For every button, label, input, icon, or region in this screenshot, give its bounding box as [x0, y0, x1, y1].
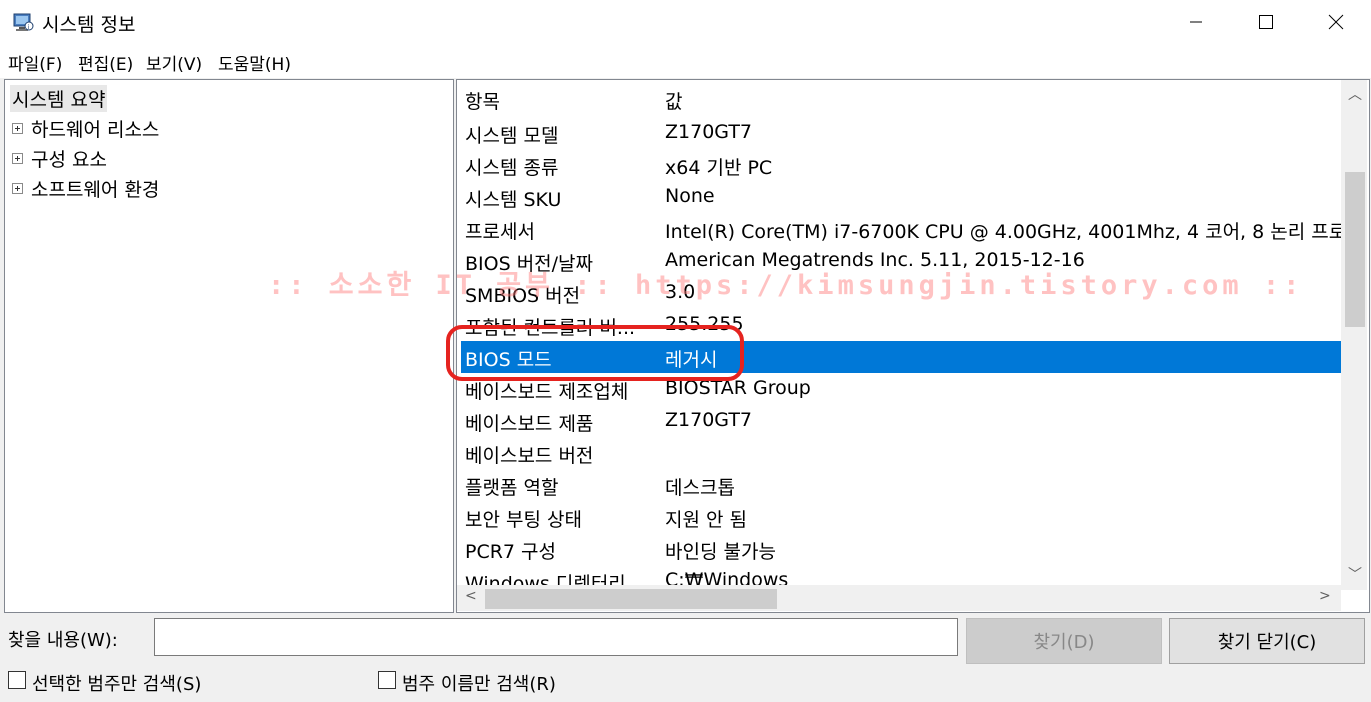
column-header-item[interactable]: 항목	[465, 87, 651, 114]
row-item-label: 시스템 SKU	[465, 189, 562, 211]
list-header: 항목 값	[461, 83, 1341, 115]
row-item-value: Z170GT7	[665, 121, 753, 143]
menu-bar: 파일(F) 편집(E) 보기(V) 도움말(H)	[0, 44, 1371, 78]
horizontal-scroll-thumb[interactable]	[485, 589, 777, 609]
menu-view[interactable]: 보기(V)	[146, 50, 202, 75]
row-item-label: 시스템 모델	[465, 125, 559, 147]
list-row[interactable]: 프로세서 Intel(R) Core(TM) i7-6700K CPU @ 4.0…	[461, 213, 1341, 245]
vertical-scrollbar[interactable]: ︿ ﹀	[1341, 80, 1367, 590]
row-item-label: 베이스보드 버전	[465, 445, 594, 467]
list-row[interactable]: 플랫폼 역할 데스크톱	[461, 469, 1341, 501]
list-row[interactable]: 시스템 모델 Z170GT7	[461, 117, 1341, 149]
row-item-value: Z170GT7	[665, 409, 753, 431]
row-item-value: Intel(R) Core(TM) i7-6700K CPU @ 4.00GHz…	[665, 221, 1341, 243]
annotation-highlight	[446, 325, 744, 381]
search-selected-only-label[interactable]: 선택한 범주만 검색(S)	[32, 670, 201, 696]
row-item-value: 바인딩 불가능	[665, 541, 776, 563]
find-input[interactable]	[154, 618, 958, 656]
scroll-right-icon[interactable]: >	[1319, 588, 1331, 604]
row-item-label: 플랫폼 역할	[465, 477, 559, 499]
row-item-value: None	[665, 185, 715, 207]
menu-help[interactable]: 도움말(H)	[218, 50, 291, 75]
list-row[interactable]: 베이스보드 버전	[461, 437, 1341, 469]
row-item-label: 보안 부팅 상태	[465, 509, 582, 531]
system-info-icon: i	[13, 13, 34, 31]
maximize-icon	[1259, 15, 1273, 29]
search-names-only-label[interactable]: 범주 이름만 검색(R)	[402, 670, 556, 696]
find-button[interactable]: 찾기(D)	[966, 618, 1162, 664]
window-title: 시스템 정보	[42, 14, 136, 36]
search-selected-only-checkbox[interactable]	[8, 671, 26, 689]
row-item-value: 데스크톱	[665, 477, 735, 499]
tree-item-software-environment[interactable]: 소프트웨어 환경	[31, 175, 159, 202]
scroll-up-icon[interactable]: ︿	[1348, 84, 1362, 104]
row-item-value: x64 기반 PC	[665, 157, 773, 179]
row-item-label: 베이스보드 제조업체	[465, 381, 629, 403]
tree-item-hardware-resources[interactable]: 하드웨어 리소스	[31, 115, 159, 142]
expand-icon[interactable]	[12, 183, 23, 194]
find-label: 찾을 내용(W):	[8, 630, 118, 651]
row-item-label: PCR7 구성	[465, 541, 557, 563]
tree-item-components[interactable]: 구성 요소	[31, 145, 107, 172]
list-row[interactable]: 보안 부팅 상태 지원 안 됨	[461, 501, 1341, 533]
close-button[interactable]	[1301, 0, 1371, 44]
expand-icon[interactable]	[12, 153, 23, 164]
maximize-button[interactable]	[1231, 0, 1301, 44]
search-names-only-checkbox[interactable]	[378, 671, 396, 689]
close-find-button[interactable]: 찾기 닫기(C)	[1169, 618, 1365, 664]
minimize-icon	[1190, 21, 1202, 23]
menu-file[interactable]: 파일(F)	[8, 50, 62, 75]
scroll-left-icon[interactable]: <	[465, 588, 477, 604]
minimize-button[interactable]	[1161, 0, 1231, 44]
horizontal-scrollbar[interactable]: < >	[457, 585, 1341, 611]
column-header-value[interactable]: 값	[665, 87, 682, 114]
title-bar: i 시스템 정보	[0, 0, 1371, 44]
list-row[interactable]: 시스템 SKU None	[461, 181, 1341, 213]
category-tree[interactable]: 시스템 요약 하드웨어 리소스 구성 요소 소프트웨어 환경	[4, 79, 454, 613]
scroll-down-icon[interactable]: ﹀	[1348, 564, 1362, 584]
row-item-value: 지원 안 됨	[665, 509, 747, 531]
expand-icon[interactable]	[12, 123, 23, 134]
watermark: :: 소소한 IT 공부 :: https://kimsungjin.tisto…	[268, 270, 1304, 301]
row-item-label: 베이스보드 제품	[465, 413, 594, 435]
menu-edit[interactable]: 편집(E)	[78, 50, 133, 75]
row-item-label: 시스템 종류	[465, 157, 559, 179]
list-row[interactable]: 베이스보드 제품 Z170GT7	[461, 405, 1341, 437]
vertical-scroll-thumb[interactable]	[1345, 172, 1365, 327]
close-icon	[1328, 14, 1344, 30]
row-item-label: 프로세서	[465, 221, 535, 243]
list-row[interactable]: 시스템 종류 x64 기반 PC	[461, 149, 1341, 181]
tree-item-system-summary[interactable]: 시스템 요약	[10, 85, 108, 112]
list-row[interactable]: PCR7 구성 바인딩 불가능	[461, 533, 1341, 565]
